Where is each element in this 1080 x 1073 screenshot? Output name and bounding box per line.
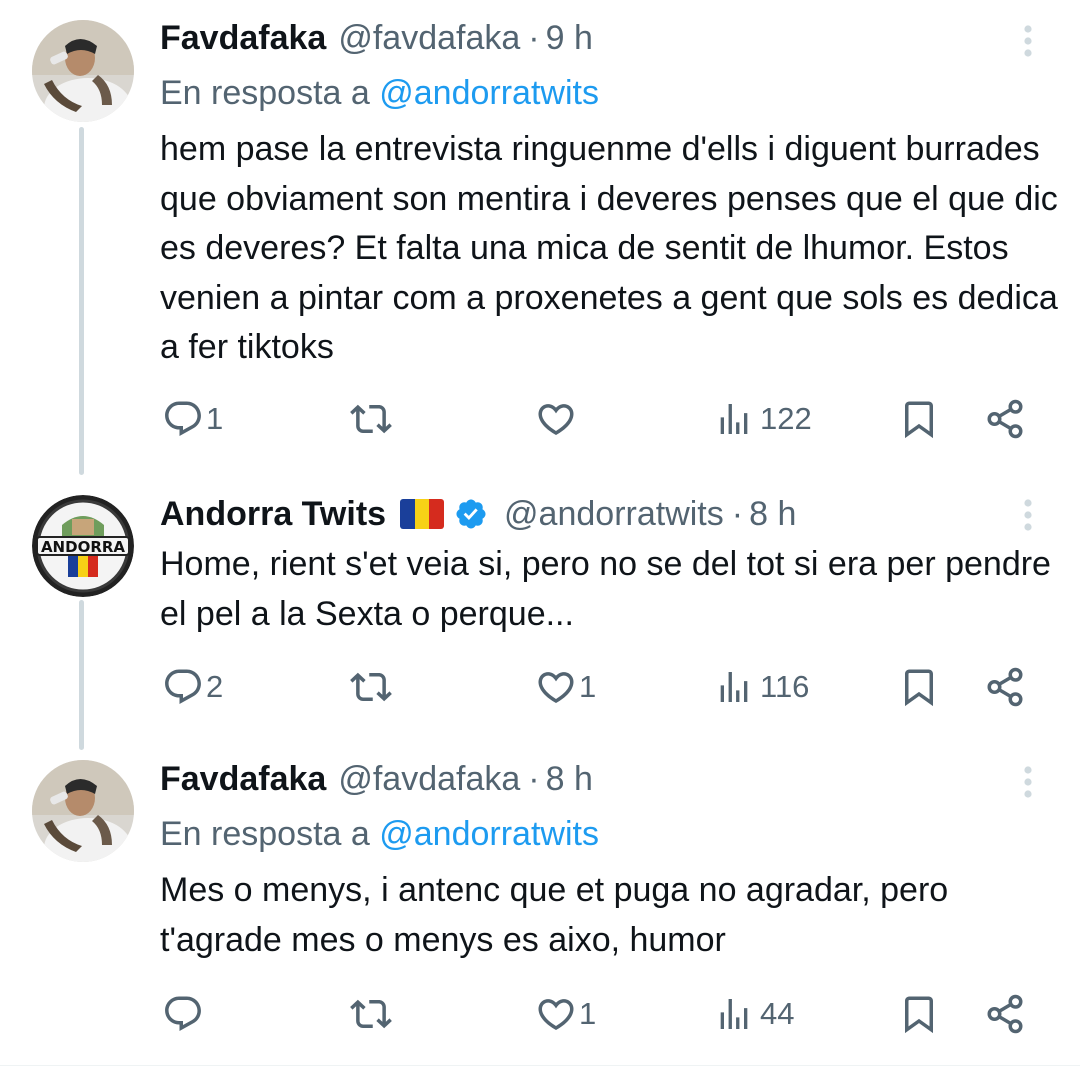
tweet-text: Home, rient s'et veia si, pero no se del… xyxy=(160,545,1051,633)
separator: · xyxy=(528,19,540,57)
tweet-2[interactable]: ANDORRA Andorra Twits @andorratwits · 8 … xyxy=(0,475,1080,740)
reply-context: En resposta a @andorratwits xyxy=(160,814,599,854)
reply-prefix: En resposta a xyxy=(160,815,370,853)
views-icon xyxy=(714,399,754,439)
reply-mention-link[interactable]: @andorratwits xyxy=(379,815,599,853)
avatar-photo-icon xyxy=(32,760,134,862)
separator: · xyxy=(528,760,540,798)
bookmark-icon xyxy=(898,666,940,708)
timestamp[interactable]: 8 h xyxy=(546,759,593,799)
reply-button[interactable]: 1 xyxy=(162,394,223,444)
user-handle[interactable]: @favdafaka xyxy=(338,759,520,799)
reply-context: En resposta a @andorratwits xyxy=(160,73,599,113)
retweet-button[interactable] xyxy=(350,662,394,712)
like-icon xyxy=(535,993,577,1035)
timestamp[interactable]: 8 h xyxy=(749,494,796,534)
retweet-button[interactable] xyxy=(350,394,394,444)
more-options-icon[interactable] xyxy=(1018,495,1038,535)
user-handle[interactable]: @favdafaka xyxy=(338,18,520,58)
tweet-text: hem pase la entrevista ringuenme d'ells … xyxy=(160,130,1058,366)
display-name[interactable]: Favdafaka xyxy=(160,18,326,58)
reply-prefix: En resposta a xyxy=(160,74,370,112)
like-count: 1 xyxy=(579,669,597,704)
share-button[interactable] xyxy=(984,662,1026,712)
reply-icon xyxy=(162,993,204,1035)
share-icon xyxy=(984,666,1026,708)
like-icon xyxy=(535,398,577,440)
reply-count: 2 xyxy=(206,669,224,704)
reply-mention-link[interactable]: @andorratwits xyxy=(379,74,599,112)
more-options-icon[interactable] xyxy=(1018,762,1038,802)
action-bar: 1 44 xyxy=(0,989,1080,1039)
action-bar: 1 122 xyxy=(0,394,1080,444)
share-icon xyxy=(984,398,1026,440)
share-icon xyxy=(984,993,1026,1035)
action-bar: 2 1 116 xyxy=(0,662,1080,712)
retweet-icon xyxy=(350,666,392,708)
tweet-3[interactable]: Favdafaka @favdafaka · 8 h En resposta a… xyxy=(0,740,1080,1065)
bookmark-button[interactable] xyxy=(898,662,940,712)
share-button[interactable] xyxy=(984,394,1026,444)
svg-text:ANDORRA: ANDORRA xyxy=(41,538,125,556)
like-count: 1 xyxy=(579,996,597,1031)
views-button[interactable]: 44 xyxy=(714,989,794,1039)
views-button[interactable]: 116 xyxy=(714,662,809,712)
reply-button[interactable] xyxy=(162,989,206,1039)
views-icon xyxy=(714,667,754,707)
bookmark-icon xyxy=(898,398,940,440)
views-button[interactable]: 122 xyxy=(714,394,812,444)
tweet-1[interactable]: Favdafaka @favdafaka · 9 h En resposta a… xyxy=(0,0,1080,470)
avatar[interactable] xyxy=(32,20,134,122)
bookmark-icon xyxy=(898,993,940,1035)
tweet-text: Mes o menys, i antenc que et puga no agr… xyxy=(160,871,949,959)
like-button[interactable] xyxy=(535,394,579,444)
like-icon xyxy=(535,666,577,708)
bookmark-button[interactable] xyxy=(898,989,940,1039)
like-button[interactable]: 1 xyxy=(535,989,596,1039)
reply-button[interactable]: 2 xyxy=(162,662,223,712)
reply-count: 1 xyxy=(206,401,224,436)
reply-icon xyxy=(162,666,204,708)
like-button[interactable]: 1 xyxy=(535,662,596,712)
avatar[interactable]: ANDORRA xyxy=(32,495,134,597)
display-name[interactable]: Andorra Twits xyxy=(160,494,386,534)
retweet-icon xyxy=(350,398,392,440)
user-handle[interactable]: @andorratwits xyxy=(504,494,724,534)
retweet-icon xyxy=(350,993,392,1035)
avatar[interactable] xyxy=(32,760,134,862)
views-count: 116 xyxy=(760,669,810,704)
bookmark-button[interactable] xyxy=(898,394,940,444)
more-options-icon[interactable] xyxy=(1018,21,1038,61)
timestamp[interactable]: 9 h xyxy=(546,18,593,58)
andorra-flag-icon xyxy=(400,499,445,529)
views-count: 44 xyxy=(760,996,795,1031)
share-button[interactable] xyxy=(984,989,1026,1039)
separator: · xyxy=(731,495,744,533)
andorra-logo-icon: ANDORRA xyxy=(32,495,134,597)
display-name[interactable]: Favdafaka xyxy=(160,759,326,799)
avatar-photo-icon xyxy=(32,20,134,122)
verified-badge-icon[interactable] xyxy=(454,497,488,531)
views-count: 122 xyxy=(760,401,812,436)
retweet-button[interactable] xyxy=(350,989,394,1039)
views-icon xyxy=(714,994,754,1034)
divider xyxy=(0,1065,1080,1066)
reply-icon xyxy=(162,398,204,440)
